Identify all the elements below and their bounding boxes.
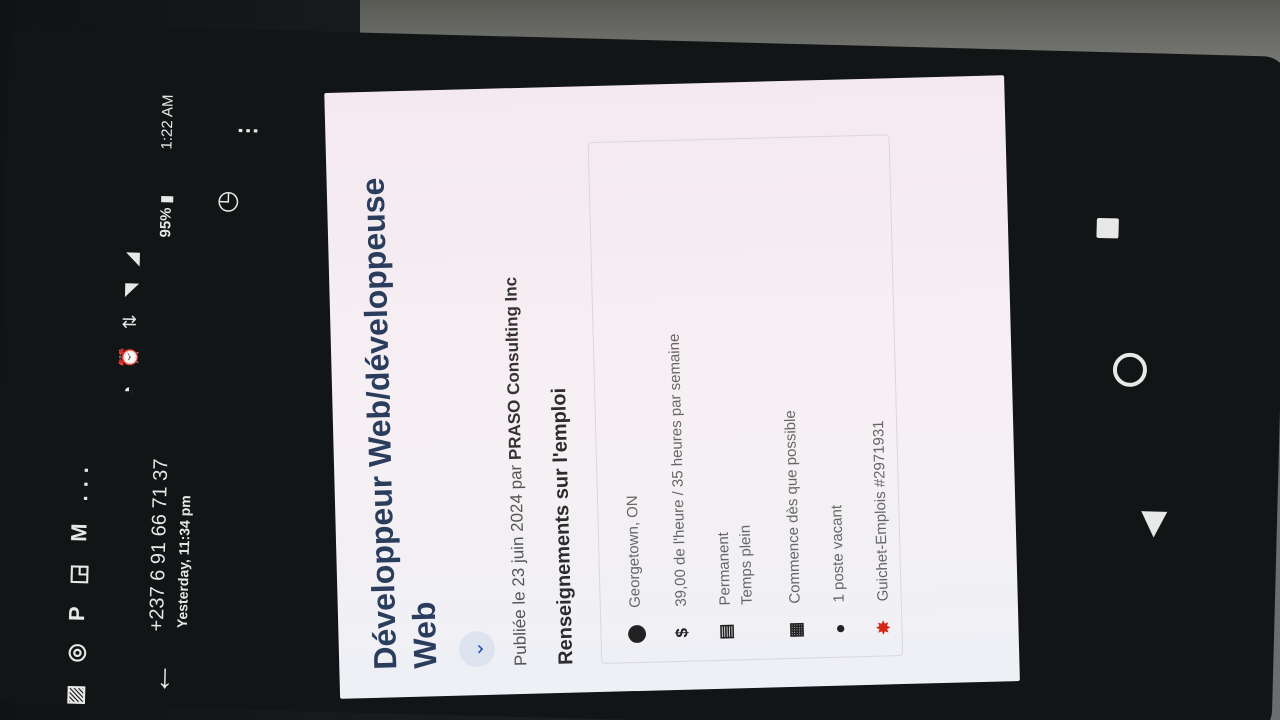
pinterest-icon: P [64, 598, 90, 622]
notification-app-icons: ▨ ◎ P ◲ M ... [62, 459, 94, 706]
overflow-menu-icon[interactable]: ⋮ [235, 119, 262, 142]
chevron-down-icon: ⌄ [465, 640, 489, 658]
battery-level: 95% [157, 207, 175, 238]
detail-location-text: Georgetown, ON [623, 495, 644, 609]
detail-hours-type: Temps plein [736, 524, 756, 606]
recents-button[interactable] [1096, 217, 1119, 239]
whatsapp-status-icon: ◔ [117, 379, 139, 397]
status-icons: ◔ ⏰ ⇅ ◥ ◢ [118, 246, 143, 397]
wifi-icon: ◥ [120, 277, 142, 298]
location-pin-icon: ⬤ [626, 624, 646, 644]
person-icon: ● [830, 623, 850, 635]
calendar-icon: ▦ [786, 621, 806, 639]
section-title: Renseignements sur l'emploi [548, 387, 578, 666]
detail-reference-text: Guichet-Emplois #2971931 [870, 420, 892, 602]
employer-name[interactable]: PRASO Consulting Inc [501, 277, 525, 461]
dollar-icon: $ [672, 627, 692, 638]
detail-employment-type: ▤ Permanent Temps plein [713, 525, 760, 642]
posted-line: Publiée le 23 juin 2024 par PRASO Consul… [501, 277, 531, 667]
whatsapp-icon: ◎ [62, 634, 89, 663]
contact-number: +237 6 91 66 71 37 [145, 458, 173, 632]
job-details-box: ⬤ Georgetown, ON $ 39,00 de l'heure / 35… [587, 134, 904, 664]
detail-start-text: Commence dès que possible [781, 410, 804, 604]
gallery-icon: ▨ [61, 676, 88, 706]
detail-salary: $ 39,00 de l'heure / 35 heures par semai… [664, 333, 694, 643]
detail-vacancy-text: 1 poste vacant [828, 504, 848, 603]
detail-permanence: Permanent [714, 531, 734, 606]
data-arrows-icon: ⇅ [119, 307, 141, 330]
job-title: Développeur Web/développeuse Web [354, 177, 444, 671]
detail-vacancy: ● 1 poste vacant [826, 505, 851, 639]
document-icon: ▤ [716, 623, 736, 640]
home-button[interactable] [1112, 352, 1148, 388]
timer-icon[interactable]: ◷ [211, 190, 243, 213]
back-arrow-icon[interactable]: ← [140, 661, 180, 696]
back-button[interactable] [1141, 509, 1168, 538]
detail-salary-text: 39,00 de l'heure / 35 heures par semaine [665, 333, 690, 607]
more-dots: ... [67, 458, 94, 502]
contact-time: Yesterday, 11:34 pm [173, 495, 194, 629]
detail-reference: ✸ Guichet-Emplois #2971931 [868, 420, 896, 638]
app-a-icon: ◲ [64, 555, 91, 586]
back-triangle-icon [1141, 511, 1168, 538]
alarm-icon: ⏰ [118, 340, 140, 369]
job-posting-card: Développeur Web/développeuse Web ⌄ Publi… [324, 75, 1020, 699]
detail-location: ⬤ Georgetown, ON [622, 495, 648, 644]
detail-start: ▦ Commence dès que possible [780, 410, 808, 640]
maple-leaf-icon: ✸ [874, 620, 894, 635]
battery-indicator: 95% ▮ [156, 195, 175, 238]
posted-date: Publiée le 23 juin 2024 par [505, 459, 531, 667]
signal-icon: ◢ [121, 246, 142, 267]
gmail-icon: M [66, 515, 92, 543]
battery-icon: ▮ [157, 194, 176, 204]
status-bar-time: 1:22 AM [158, 94, 177, 150]
job-posting-content: Développeur Web/développeuse Web ⌄ Publi… [324, 75, 1020, 699]
expand-chevron-button[interactable]: ⌄ [458, 630, 496, 668]
